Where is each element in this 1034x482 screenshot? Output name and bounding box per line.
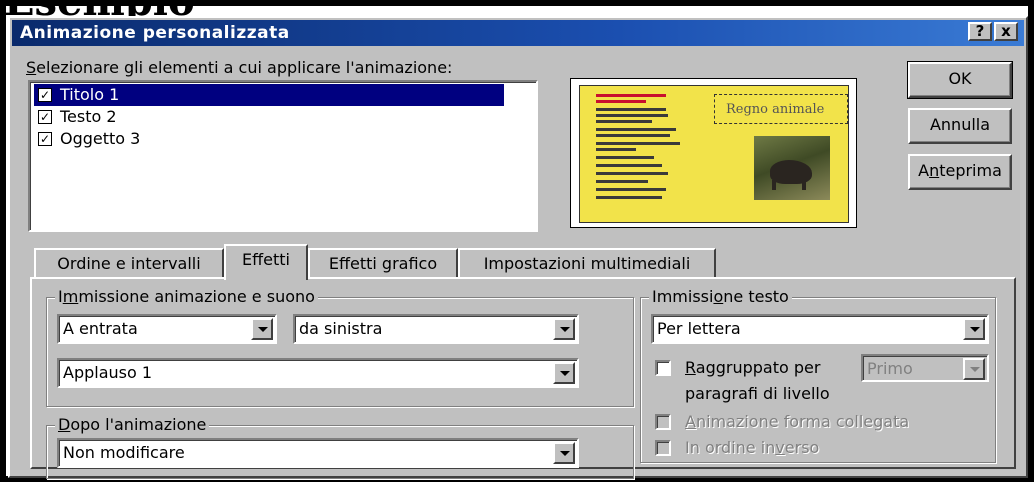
entry-animation-group: Immissione animazione e suono A entrata … xyxy=(46,287,634,407)
checkbox-checked-icon[interactable]: ✓ xyxy=(38,88,52,102)
tab-effetti[interactable]: Effetti xyxy=(224,244,308,280)
ok-button[interactable]: OK xyxy=(907,61,1013,99)
preview-button[interactable]: Anteprima xyxy=(908,154,1012,190)
text-group-label: Immissione testo xyxy=(649,287,792,306)
boar-image xyxy=(754,136,830,200)
window-title: Animazione personalizzata xyxy=(20,23,290,43)
custom-animation-dialog: Animazione personalizzata ? x Selezionar… xyxy=(8,16,1028,479)
list-item-testo[interactable]: ✓ Testo 2 xyxy=(34,106,504,128)
text-entry-group: Immissione testo Per lettera Raggruppato… xyxy=(640,287,996,463)
sound-dropdown[interactable]: Applauso 1 xyxy=(57,358,579,388)
text-entry-dropdown[interactable]: Per lettera xyxy=(651,314,989,344)
close-button[interactable]: x xyxy=(994,22,1018,41)
level-dropdown[interactable]: Primo xyxy=(861,354,989,382)
after-group-label: Dopo l'animazione xyxy=(55,415,210,434)
tab-effetti-grafico[interactable]: Effetti grafico xyxy=(308,248,458,278)
checkbox-checked-icon[interactable]: ✓ xyxy=(38,110,52,124)
after-animation-dropdown[interactable]: Non modificare xyxy=(57,438,579,468)
entry-group-label: Immissione animazione e suono xyxy=(55,287,318,306)
effects-tab-panel: Immissione animazione e suono A entrata … xyxy=(30,277,1016,479)
group-by-label-line2: paragrafi di livello xyxy=(685,384,830,403)
select-elements-label: Selezionare gli elementi a cui applicare… xyxy=(26,58,453,77)
checkbox-checked-icon[interactable]: ✓ xyxy=(38,132,52,146)
chevron-down-icon[interactable] xyxy=(553,318,575,340)
reverse-order-label: In ordine inverso xyxy=(685,438,820,457)
cancel-button[interactable]: Annulla xyxy=(908,108,1012,144)
group-by-checkbox[interactable] xyxy=(655,360,671,376)
animate-shape-checkbox[interactable] xyxy=(655,414,671,430)
direction-dropdown[interactable]: da sinistra xyxy=(293,314,579,344)
chevron-down-icon[interactable] xyxy=(251,318,273,340)
chevron-down-icon[interactable] xyxy=(963,358,985,380)
list-item-titolo[interactable]: ✓ Titolo 1 xyxy=(34,84,504,106)
chevron-down-icon[interactable] xyxy=(553,442,575,464)
group-by-label: Raggruppato per xyxy=(685,358,821,377)
effect-dropdown[interactable]: A entrata xyxy=(57,314,277,344)
list-item-oggetto[interactable]: ✓ Oggetto 3 xyxy=(34,128,504,150)
tab-impostazioni-multimediali[interactable]: Impostazioni multimediali xyxy=(458,248,716,278)
elements-listbox[interactable]: ✓ Titolo 1 ✓ Testo 2 ✓ Oggetto 3 xyxy=(28,80,538,232)
animate-shape-label: Animazione forma collegata xyxy=(685,412,910,431)
chevron-down-icon[interactable] xyxy=(963,318,985,340)
title-bar: Animazione personalizzata xyxy=(12,20,1024,46)
chevron-down-icon[interactable] xyxy=(553,362,575,384)
slide-thumbnail: Regno animale xyxy=(579,85,849,223)
slide-preview: Regno animale xyxy=(570,78,857,228)
tab-ordine-intervalli[interactable]: Ordine e intervalli xyxy=(34,248,224,278)
preview-title-text: Regno animale xyxy=(726,102,825,117)
help-button[interactable]: ? xyxy=(968,22,992,41)
reverse-order-checkbox[interactable] xyxy=(655,440,671,456)
after-animation-group: Dopo l'animazione Non modificare xyxy=(46,415,634,479)
